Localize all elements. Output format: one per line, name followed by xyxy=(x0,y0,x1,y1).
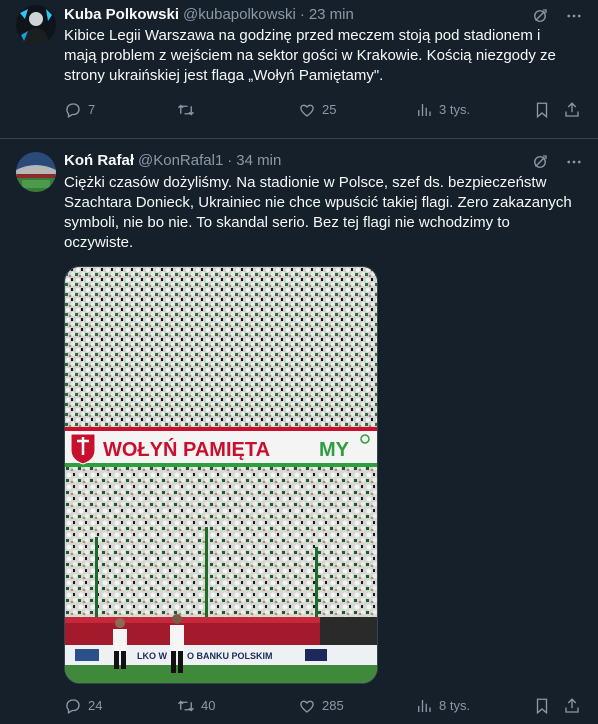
reply-count: 24 xyxy=(88,698,103,713)
avatar[interactable] xyxy=(16,152,56,192)
reply-button[interactable]: 24 xyxy=(64,696,102,716)
tweet-header: Koń Rafał @KonRafal1 · 34 min xyxy=(64,151,281,171)
grok-icon[interactable] xyxy=(530,6,550,26)
tweet-text: Ciężki czasów dożyliśmy. Na stadionie w … xyxy=(64,174,572,251)
like-icon xyxy=(300,700,314,713)
bookmark-icon xyxy=(536,698,548,715)
tweet[interactable]: Kuba Polkowski @kubapolkowski · 23 min K… xyxy=(0,0,598,139)
like-icon xyxy=(300,104,314,117)
banner-shield-icon xyxy=(70,433,96,465)
stadium-crowd-photo: WOŁYŃ PAMIĘTA MY LKO W O BANKU POLSKIM xyxy=(65,267,377,683)
author-name[interactable]: Koń Rafał xyxy=(64,151,134,171)
tweet-photo[interactable]: WOŁYŃ PAMIĘTA MY LKO W O BANKU POLSKIM xyxy=(64,266,378,684)
share-icon xyxy=(565,102,579,117)
author-handle[interactable]: @kubapolkowski xyxy=(183,5,296,25)
avatar[interactable] xyxy=(16,5,56,45)
tweet-text: Kibice Legii Warszawa na godzinę przed m… xyxy=(64,27,556,84)
reply-icon xyxy=(66,103,80,118)
author-handle[interactable]: @KonRafal1 xyxy=(138,151,223,171)
tweet-actions: 7 25 3 tys. xyxy=(64,100,582,120)
tweet-actions: 24 40 285 8 tys. xyxy=(64,696,582,716)
ad-board-text-2: O BANKU POLSKIM xyxy=(187,651,273,661)
more-icon[interactable] xyxy=(564,152,584,172)
views-count: 8 tys. xyxy=(439,698,471,713)
tweet-top-icons xyxy=(530,152,584,172)
views-icon xyxy=(418,700,431,712)
share-button[interactable] xyxy=(563,100,581,120)
retweet-button[interactable]: 40 xyxy=(177,696,215,716)
like-button[interactable]: 285 xyxy=(298,696,344,716)
author-name[interactable]: Kuba Polkowski xyxy=(64,5,179,25)
avatar-image xyxy=(16,5,56,45)
grok-icon[interactable] xyxy=(530,152,550,172)
separator-dot: · xyxy=(299,6,305,23)
banner-text-my: MY xyxy=(319,439,350,461)
tweet[interactable]: Koń Rafał @KonRafal1 · 34 min Ciężki cza… xyxy=(0,139,598,724)
bookmark-icon xyxy=(536,102,548,119)
share-button[interactable] xyxy=(563,696,581,716)
retweet-button[interactable] xyxy=(177,100,201,120)
like-count: 285 xyxy=(322,698,344,713)
retweet-icon xyxy=(178,104,194,116)
reply-count: 7 xyxy=(88,102,96,117)
bookmark-button[interactable] xyxy=(533,100,551,120)
timestamp[interactable]: 23 min xyxy=(309,5,354,25)
retweet-count: 40 xyxy=(201,698,216,713)
retweet-icon xyxy=(178,700,194,712)
like-button[interactable]: 25 xyxy=(298,100,336,120)
reply-button[interactable]: 7 xyxy=(64,100,95,120)
ad-board-text: LKO W xyxy=(137,651,167,661)
tweet-header: Kuba Polkowski @kubapolkowski · 23 min xyxy=(64,5,354,25)
more-icon[interactable] xyxy=(564,6,584,26)
avatar-image xyxy=(16,152,56,192)
views-button[interactable]: 8 tys. xyxy=(415,696,470,716)
like-count: 25 xyxy=(322,102,337,117)
timestamp[interactable]: 34 min xyxy=(236,151,281,171)
bookmark-button[interactable] xyxy=(533,696,551,716)
views-count: 3 tys. xyxy=(439,102,471,117)
reply-icon xyxy=(66,699,80,714)
views-button[interactable]: 3 tys. xyxy=(415,100,470,120)
banner-text: WOŁYŃ PAMIĘTA xyxy=(103,438,270,461)
separator-dot: · xyxy=(227,152,233,169)
tweet-top-icons xyxy=(530,6,584,26)
views-icon xyxy=(418,104,431,116)
share-icon xyxy=(565,698,579,713)
